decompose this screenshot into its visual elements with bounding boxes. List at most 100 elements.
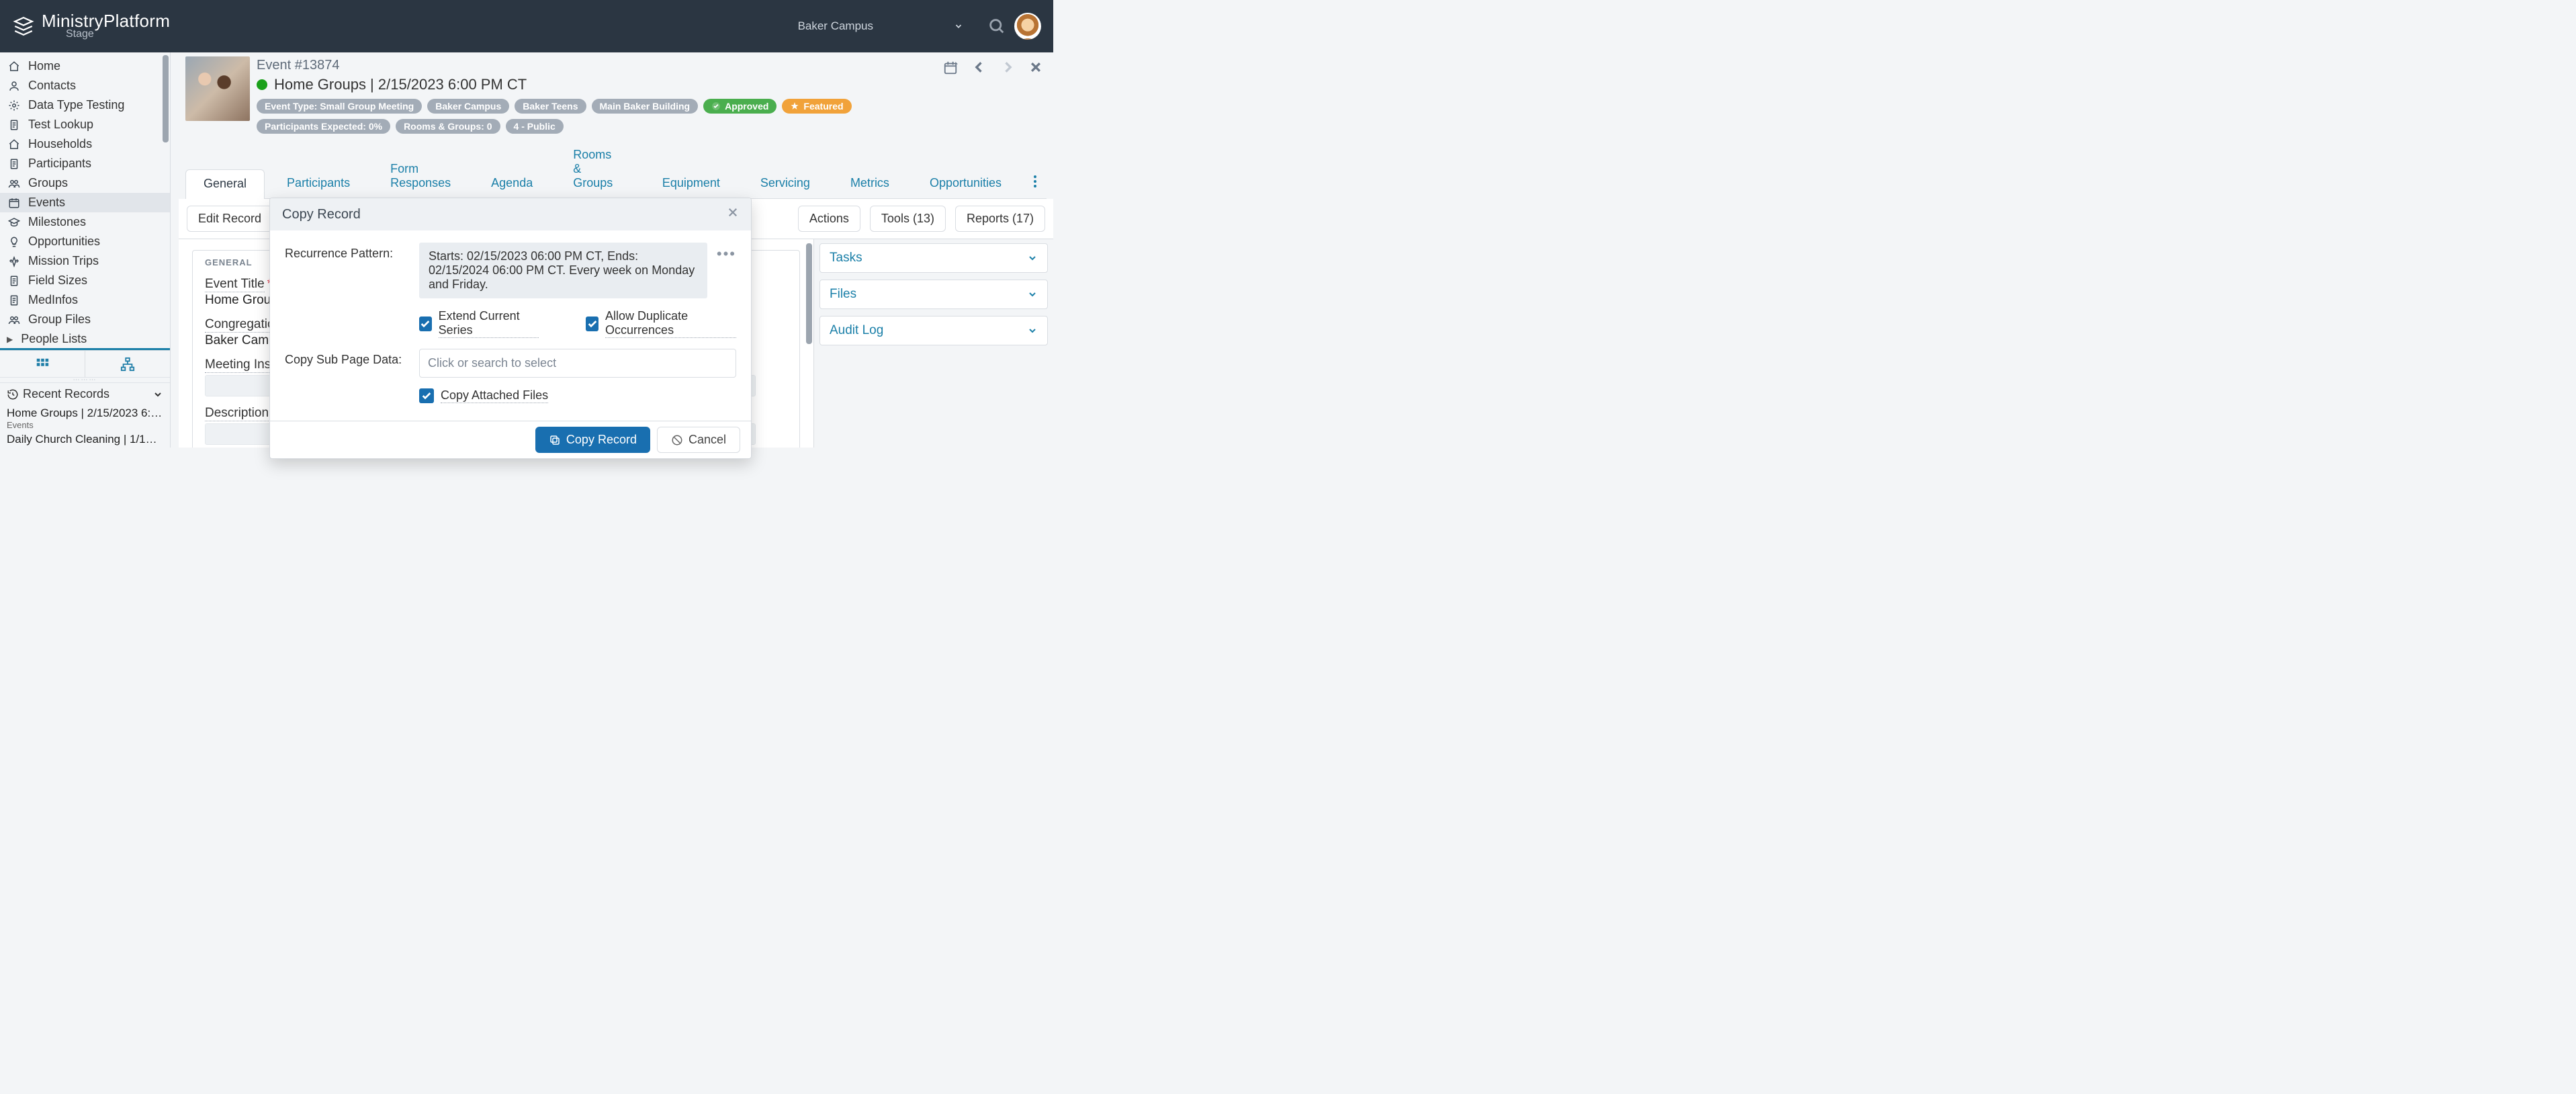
doc-icon [7, 294, 21, 306]
sidebar-item-field-sizes[interactable]: Field Sizes [0, 271, 170, 290]
brand: MinistryPlatform Stage [12, 12, 170, 40]
recurrence-label: Recurrence Pattern: [285, 243, 419, 261]
chip: Approved [703, 99, 776, 114]
chevron-down-icon [954, 22, 963, 31]
sidebar-item-label: Events [28, 196, 65, 210]
modal-title: Copy Record [282, 207, 361, 222]
record-header: Event #13874 Home Groups | 2/15/2023 6:0… [179, 52, 1053, 134]
sidebar-item-label: Households [28, 137, 92, 151]
record-id: Event #13874 [257, 58, 936, 73]
tools-button[interactable]: Tools (13) [870, 206, 946, 232]
sidebar-item-medinfos[interactable]: MedInfos [0, 290, 170, 310]
allow-duplicates-checkbox[interactable]: Allow Duplicate Occurrences [586, 309, 736, 338]
sidepanel-audit-log[interactable]: Audit Log [819, 316, 1048, 345]
form-scrollbar[interactable] [806, 243, 812, 344]
sidebar-item-label: Home [28, 59, 60, 73]
chip: Rooms & Groups: 0 [396, 119, 500, 134]
search-icon[interactable] [987, 17, 1006, 36]
sidebar-item-contacts[interactable]: Contacts [0, 76, 170, 95]
tab-opportunities[interactable]: Opportunities [912, 169, 1020, 198]
chip: Main Baker Building [592, 99, 699, 114]
resize-handle[interactable] [0, 377, 170, 383]
recent-item[interactable]: Daily Church Cleaning | 1/17/2... [0, 431, 170, 448]
sidebar-item-opportunities[interactable]: Opportunities [0, 232, 170, 251]
sidebar-item-data-type-testing[interactable]: Data Type Testing [0, 95, 170, 115]
tab-form-responses[interactable]: Form Responses [372, 155, 469, 198]
copy-record-button[interactable]: Copy Record [535, 427, 650, 453]
chevron-down-icon [152, 389, 163, 400]
sidebar-scrollbar[interactable] [163, 55, 169, 344]
chip: Event Type: Small Group Meeting [257, 99, 422, 114]
close-record-icon[interactable] [1029, 60, 1042, 79]
sidepanel-tasks[interactable]: Tasks [819, 243, 1048, 273]
grid-view-icon[interactable] [0, 351, 85, 377]
sidebar-item-groups[interactable]: Groups [0, 173, 170, 193]
tab-agenda[interactable]: Agenda [473, 169, 551, 198]
doc-icon [7, 119, 21, 131]
prev-record-icon[interactable] [973, 60, 986, 79]
sidebar-item-label: Contacts [28, 79, 76, 93]
tab-metrics[interactable]: Metrics [832, 169, 907, 198]
recent-records-header[interactable]: Recent Records [0, 383, 170, 405]
extend-series-checkbox[interactable]: Extend Current Series [419, 309, 539, 338]
cal-icon [7, 197, 21, 209]
sidebar-expander-people-lists[interactable]: ▶People Lists [0, 329, 170, 347]
sidebar-item-participants[interactable]: Participants [0, 154, 170, 173]
sidebar-item-milestones[interactable]: Milestones [0, 212, 170, 232]
sidebar-item-label: Group Files [28, 312, 91, 327]
recent-item[interactable]: Home Groups | 2/15/2023 6:00 ...Events [0, 405, 170, 431]
sidebar-item-label: MedInfos [28, 293, 78, 307]
sidebar: Home Contacts Data Type Testing Test Lookup… [0, 52, 171, 448]
group-icon [7, 314, 21, 326]
sidebar-item-events[interactable]: Events [0, 193, 170, 212]
sidebar-item-test-lookup[interactable]: Test Lookup [0, 115, 170, 134]
sidebar-item-label: Test Lookup [28, 118, 93, 132]
sidebar-item-label: Data Type Testing [28, 98, 124, 112]
avatar[interactable] [1014, 13, 1041, 40]
tab-equipment[interactable]: Equipment [644, 169, 738, 198]
chip: Baker Campus [427, 99, 509, 114]
recent-title: Recent Records [23, 387, 109, 401]
group-icon [7, 177, 21, 190]
copy-files-checkbox[interactable]: Copy Attached Files [419, 388, 736, 403]
sidebar-item-households[interactable]: Households [0, 134, 170, 154]
sidebar-item-mission-trips[interactable]: Mission Trips [0, 251, 170, 271]
triangle-right-icon: ▶ [7, 335, 13, 344]
sidebar-item-label: Opportunities [28, 235, 100, 249]
bulb-icon [7, 236, 21, 248]
chip: Participants Expected: 0% [257, 119, 390, 134]
hands-icon [7, 255, 21, 267]
sidebar-item-label: Milestones [28, 215, 86, 229]
campus-selector[interactable]: Baker Campus [798, 19, 963, 33]
sidebar-item-home[interactable]: Home [0, 56, 170, 76]
recurrence-edit-icon[interactable]: ••• [717, 243, 736, 263]
tab-more-icon[interactable] [1024, 168, 1047, 198]
actions-button[interactable]: Actions [798, 206, 860, 232]
brand-title: MinistryPlatform [42, 12, 170, 30]
record-title: Home Groups | 2/15/2023 6:00 PM CT [274, 76, 527, 93]
sub-page-select[interactable]: Click or search to select [419, 349, 736, 378]
modal-close-icon[interactable] [727, 206, 739, 222]
chip: 4 - Public [506, 119, 564, 134]
next-record-icon [1001, 60, 1014, 79]
status-dot-icon [257, 79, 267, 90]
sidebar-item-label: Mission Trips [28, 254, 99, 268]
tab-participants[interactable]: Participants [269, 169, 368, 198]
tab-rooms-groups[interactable]: Rooms & Groups [555, 140, 640, 198]
tab-servicing[interactable]: Servicing [742, 169, 828, 198]
sidebar-item-group-files[interactable]: Group Files [0, 310, 170, 329]
sidepanel-files[interactable]: Files [819, 280, 1048, 309]
reports-button[interactable]: Reports (17) [955, 206, 1045, 232]
view-switch [0, 350, 170, 377]
gear-icon [7, 99, 21, 112]
chip: Featured [782, 99, 851, 114]
edit-record-button[interactable]: Edit Record [187, 206, 273, 232]
topbar: MinistryPlatform Stage Baker Campus [0, 0, 1053, 52]
record-thumbnail[interactable] [185, 56, 250, 121]
tree-view-icon[interactable] [85, 351, 170, 377]
calendar-icon[interactable] [943, 60, 958, 79]
sub-page-label: Copy Sub Page Data: [285, 349, 419, 367]
tab-general[interactable]: General [185, 169, 265, 199]
copy-record-modal: Copy Record Recurrence Pattern: Starts: … [269, 198, 752, 459]
cancel-button[interactable]: Cancel [657, 427, 740, 453]
